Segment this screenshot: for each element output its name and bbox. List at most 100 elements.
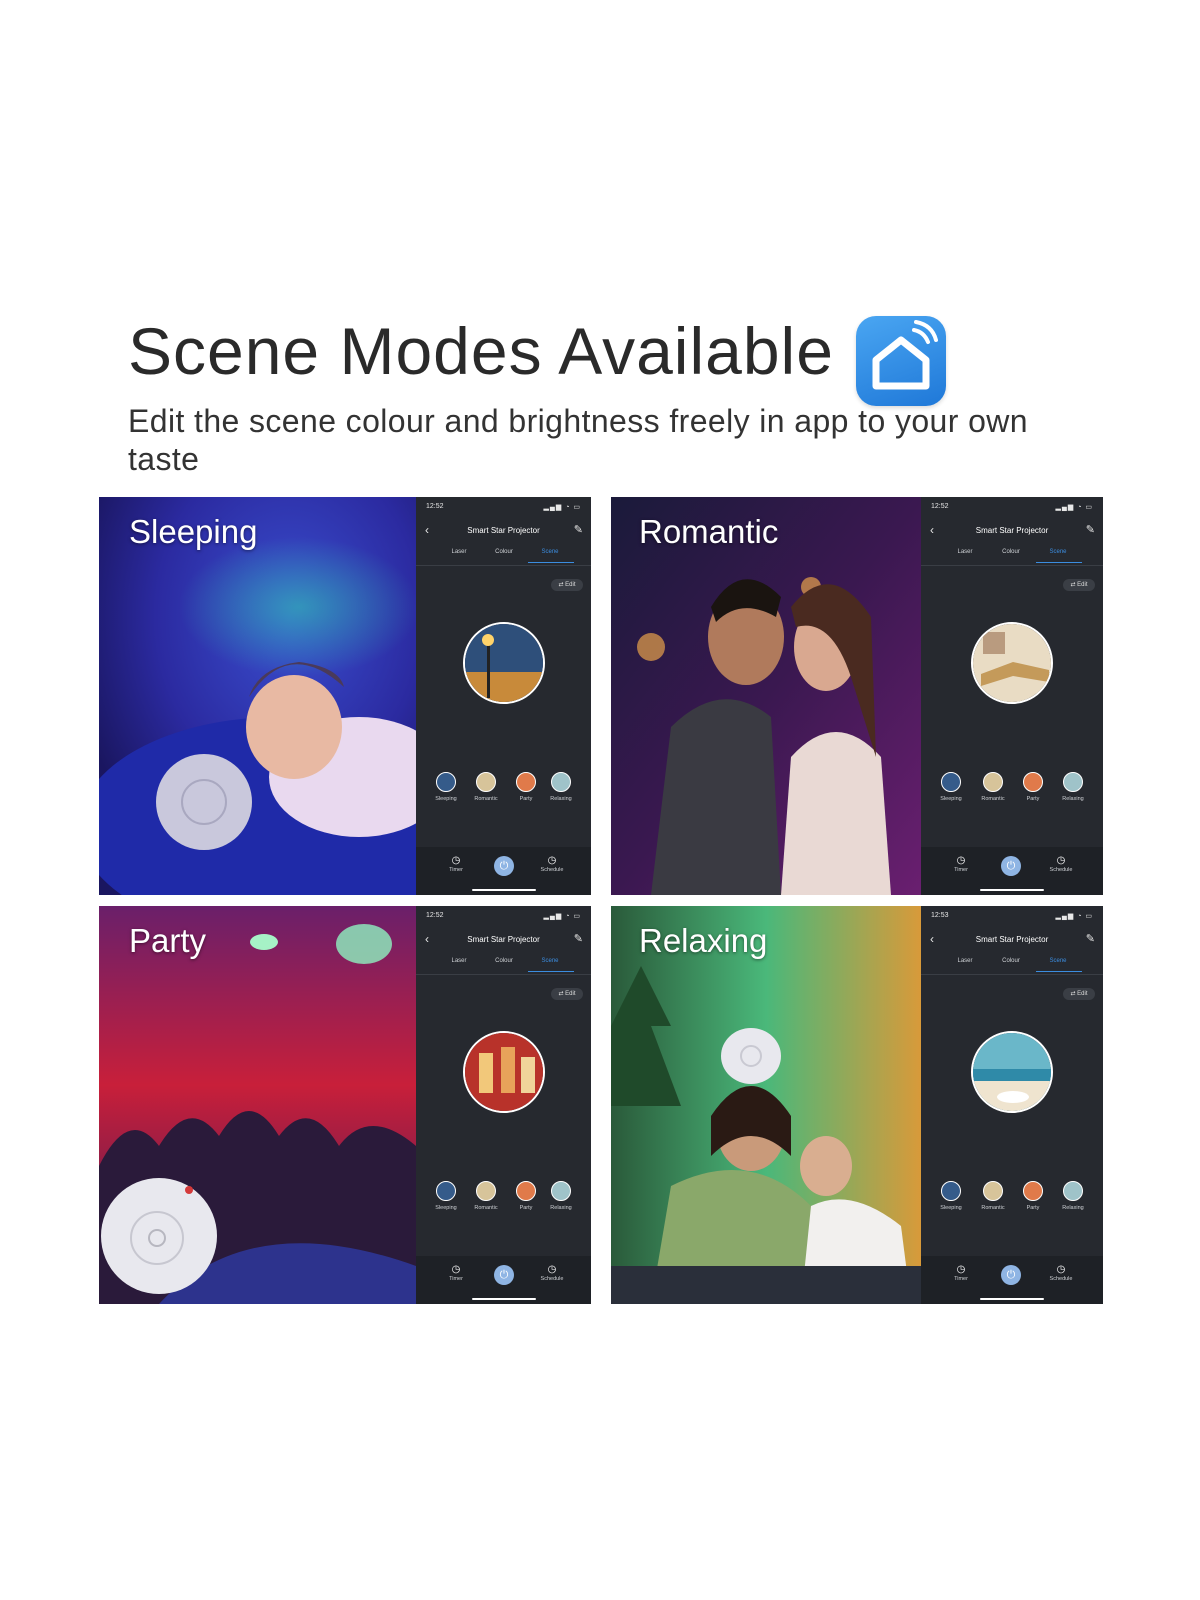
- schedule-button[interactable]: ◷ Schedule: [534, 1264, 570, 1282]
- tab-scene[interactable]: Scene: [528, 958, 572, 964]
- scene-photo-party: [99, 906, 416, 1304]
- scene-option-sleeping[interactable]: Sleeping: [426, 772, 466, 802]
- scene-option-romantic[interactable]: Romantic: [973, 772, 1013, 802]
- scene-thumb-icon: [941, 1181, 961, 1201]
- bottom-bar: ◷ Timer ⏻ ◷ Schedule: [416, 1256, 591, 1304]
- tab-colour[interactable]: Colour: [989, 958, 1033, 964]
- active-tab-underline: [1036, 562, 1082, 563]
- phone-screen: 12:52 ▂▄▆ ◔ ▭ ‹ Smart Star Projector ✎ L…: [416, 497, 591, 895]
- scene-preview-image: [463, 622, 545, 704]
- scene-option-label: Party: [1026, 796, 1040, 802]
- timer-label: Timer: [449, 867, 463, 873]
- edit-button[interactable]: ⇄ Edit: [551, 579, 583, 591]
- tab-scene[interactable]: Scene: [1036, 549, 1080, 555]
- tab-laser[interactable]: Laser: [943, 958, 987, 964]
- scene-option-romantic[interactable]: Romantic: [466, 772, 506, 802]
- scene-thumb-icon: [436, 1181, 456, 1201]
- tab-divider: [416, 974, 591, 975]
- tab-laser[interactable]: Laser: [437, 958, 481, 964]
- scene-panel-party: Party 12:52 ▂▄▆ ◔ ▭ ‹ Smart Star Project…: [99, 906, 591, 1304]
- timer-label: Timer: [954, 1276, 968, 1282]
- tab-scene[interactable]: Scene: [1036, 958, 1080, 964]
- timer-button[interactable]: ◷ Timer: [438, 1264, 474, 1282]
- scene-thumb-icon: [1063, 1181, 1083, 1201]
- scene-option-sleeping[interactable]: Sleeping: [931, 772, 971, 802]
- scene-option-relaxing[interactable]: Relaxing: [1053, 1181, 1093, 1211]
- schedule-button[interactable]: ◷ Schedule: [1043, 855, 1079, 873]
- tab-divider: [921, 565, 1103, 566]
- edit-pencil-icon[interactable]: ✎: [1086, 523, 1095, 536]
- home-indicator: [980, 1298, 1044, 1300]
- clock-icon: ◷: [451, 1264, 461, 1275]
- timer-label: Timer: [449, 1276, 463, 1282]
- status-time: 12:52: [426, 912, 444, 919]
- schedule-button[interactable]: ◷ Schedule: [1043, 1264, 1079, 1282]
- status-bar: 12:52 ▂▄▆ ◔ ▭: [931, 503, 1093, 513]
- power-button[interactable]: ⏻: [494, 1265, 514, 1285]
- edit-button[interactable]: ⇄ Edit: [551, 988, 583, 1000]
- tab-laser[interactable]: Laser: [437, 549, 481, 555]
- tab-colour[interactable]: Colour: [482, 958, 526, 964]
- status-time: 12:52: [426, 503, 444, 510]
- scene-option-romantic[interactable]: Romantic: [973, 1181, 1013, 1211]
- home-indicator: [980, 889, 1044, 891]
- schedule-button[interactable]: ◷ Schedule: [534, 855, 570, 873]
- scene-option-party[interactable]: Party: [506, 1181, 546, 1211]
- edit-label: Edit: [1077, 991, 1088, 997]
- scene-option-party[interactable]: Party: [1013, 1181, 1053, 1211]
- scene-option-label: Party: [519, 1205, 533, 1211]
- scene-preview-image: [971, 1031, 1053, 1113]
- scene-title: Romantic: [639, 513, 779, 550]
- scene-thumb-icon: [516, 1181, 536, 1201]
- phone-screen: 12:52 ▂▄▆ ◔ ▭ ‹ Smart Star Projector ✎ L…: [921, 497, 1103, 895]
- scene-option-label: Relaxing: [550, 1205, 572, 1211]
- edit-label: Edit: [565, 991, 576, 997]
- scene-option-relaxing[interactable]: Relaxing: [541, 1181, 581, 1211]
- tab-colour[interactable]: Colour: [989, 549, 1033, 555]
- schedule-label: Schedule: [1049, 1276, 1073, 1282]
- phone-screen: 12:53 ▂▄▆ ◔ ▭ ‹ Smart Star Projector ✎ L…: [921, 906, 1103, 1304]
- edit-button[interactable]: ⇄ Edit: [1063, 579, 1095, 591]
- app-title: Smart Star Projector: [467, 526, 540, 535]
- scene-option-party[interactable]: Party: [506, 772, 546, 802]
- status-time: 12:52: [931, 503, 949, 510]
- scene-title: Relaxing: [639, 922, 768, 959]
- tab-divider: [416, 565, 591, 566]
- bottom-bar: ◷ Timer ⏻ ◷ Schedule: [921, 847, 1103, 895]
- clock-icon: ◷: [451, 855, 461, 866]
- timer-button[interactable]: ◷ Timer: [943, 855, 979, 873]
- edit-pencil-icon[interactable]: ✎: [574, 523, 583, 536]
- scene-option-label: Romantic: [981, 796, 1005, 802]
- tab-laser[interactable]: Laser: [943, 549, 987, 555]
- tab-scene[interactable]: Scene: [528, 549, 572, 555]
- edit-pencil-icon[interactable]: ✎: [1086, 932, 1095, 945]
- scene-option-party[interactable]: Party: [1013, 772, 1053, 802]
- tab-colour[interactable]: Colour: [482, 549, 526, 555]
- scene-option-sleeping[interactable]: Sleeping: [426, 1181, 466, 1211]
- clock-icon: ◷: [1056, 1264, 1066, 1275]
- status-time: 12:53: [931, 912, 949, 919]
- power-button[interactable]: ⏻: [1001, 856, 1021, 876]
- timer-button[interactable]: ◷ Timer: [943, 1264, 979, 1282]
- scene-option-relaxing[interactable]: Relaxing: [541, 772, 581, 802]
- active-tab-underline: [1036, 971, 1082, 972]
- scene-panel-sleeping: Sleeping 12:52 ▂▄▆ ◔ ▭ ‹ Smart Star Proj…: [99, 497, 591, 895]
- timer-button[interactable]: ◷ Timer: [438, 855, 474, 873]
- scene-option-label: Party: [1026, 1205, 1040, 1211]
- power-button[interactable]: ⏻: [1001, 1265, 1021, 1285]
- scene-option-label: Relaxing: [550, 796, 572, 802]
- clock-icon: ◷: [547, 855, 557, 866]
- active-tab-underline: [528, 562, 574, 563]
- edit-label: Edit: [565, 582, 576, 588]
- scene-option-relaxing[interactable]: Relaxing: [1053, 772, 1093, 802]
- scene-thumb-icon: [476, 1181, 496, 1201]
- tab-divider: [921, 974, 1103, 975]
- scene-option-sleeping[interactable]: Sleeping: [931, 1181, 971, 1211]
- edit-pencil-icon[interactable]: ✎: [574, 932, 583, 945]
- app-title: Smart Star Projector: [975, 526, 1049, 535]
- edit-label: Edit: [1077, 582, 1088, 588]
- scene-option-romantic[interactable]: Romantic: [466, 1181, 506, 1211]
- scene-option-label: Sleeping: [435, 796, 457, 802]
- edit-button[interactable]: ⇄ Edit: [1063, 988, 1095, 1000]
- power-button[interactable]: ⏻: [494, 856, 514, 876]
